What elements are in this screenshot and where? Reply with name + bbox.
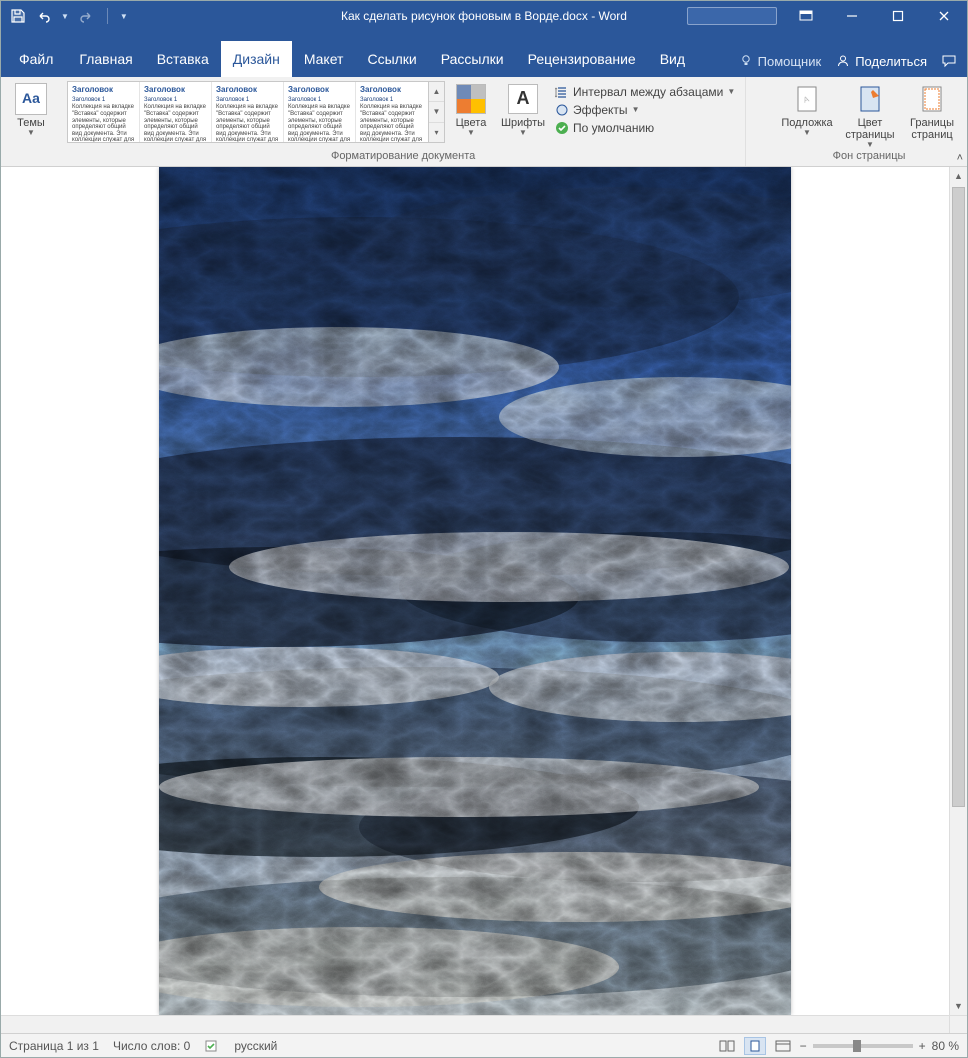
- effects-icon: [555, 103, 569, 117]
- tab-layout[interactable]: Макет: [292, 41, 356, 77]
- ribbon-display-options-button[interactable]: [783, 1, 829, 31]
- tab-insert[interactable]: Вставка: [145, 41, 221, 77]
- quick-access-toolbar: ▼ ▼: [1, 7, 128, 25]
- themes-button[interactable]: Темы ▼: [7, 81, 55, 134]
- account-badge[interactable]: [687, 7, 777, 25]
- ribbon-tabs: Файл Главная Вставка Дизайн Макет Ссылки…: [1, 31, 967, 77]
- fonts-icon: A: [507, 83, 539, 115]
- scroll-track[interactable]: [950, 185, 967, 997]
- tab-mailings[interactable]: Рассылки: [429, 41, 516, 77]
- status-language[interactable]: русский: [234, 1039, 277, 1053]
- group-label-pagebg: Фон страницы: [833, 150, 906, 164]
- redo-button[interactable]: [77, 7, 95, 25]
- document-area[interactable]: [1, 167, 949, 1015]
- document-page: [159, 167, 791, 1015]
- zoom-in-button[interactable]: +: [919, 1039, 926, 1053]
- colors-icon: [455, 83, 487, 115]
- person-icon: [835, 53, 851, 69]
- page-borders-button[interactable]: Границы страниц: [903, 81, 961, 141]
- status-word-count[interactable]: Число слов: 0: [113, 1039, 190, 1053]
- gallery-scroll[interactable]: ▲ ▼ ▾: [429, 81, 445, 143]
- qat-customize-dropdown[interactable]: ▼: [120, 12, 128, 21]
- tell-me-label: Помощник: [758, 54, 822, 69]
- share-label: Поделиться: [855, 54, 927, 69]
- vertical-scrollbar[interactable]: ▲ ▼: [949, 167, 967, 1015]
- save-button[interactable]: [9, 7, 27, 25]
- group-label-formatting: Форматирование документа: [331, 150, 475, 164]
- undo-button[interactable]: [35, 7, 53, 25]
- group-themes: Темы ▼: [1, 77, 61, 166]
- watermark-button[interactable]: A Подложка ▼: [777, 81, 837, 134]
- themes-icon: [15, 83, 47, 115]
- style-set-item[interactable]: Заголовок Заголовок 1 Коллекция на вклад…: [68, 82, 140, 142]
- status-bar: Страница 1 из 1 Число слов: 0 русский − …: [1, 1033, 967, 1057]
- view-print-layout-button[interactable]: [744, 1037, 766, 1055]
- group-page-background: A Подложка ▼ Цвет страницы ▼ Границы стр…: [771, 77, 967, 166]
- style-set-item[interactable]: Заголовок Заголовок 1 Коллекция на вклад…: [356, 82, 428, 142]
- page-color-button[interactable]: Цвет страницы ▼: [837, 81, 903, 146]
- set-default-button[interactable]: По умолчанию: [555, 121, 735, 135]
- style-set-gallery[interactable]: Заголовок Заголовок 1 Коллекция на вклад…: [67, 81, 445, 143]
- tab-references[interactable]: Ссылки: [355, 41, 428, 77]
- tab-design[interactable]: Дизайн: [221, 41, 292, 77]
- view-web-layout-button[interactable]: [772, 1037, 794, 1055]
- page-color-icon: [854, 83, 886, 115]
- tab-review[interactable]: Рецензирование: [516, 41, 648, 77]
- page-borders-icon: [916, 83, 948, 115]
- status-spellcheck[interactable]: [204, 1038, 220, 1054]
- workspace: ▲ ▼: [1, 167, 967, 1015]
- paragraph-spacing-button[interactable]: Интервал между абзацами ▼: [555, 85, 735, 99]
- comments-icon[interactable]: [941, 53, 957, 69]
- zoom-level-label[interactable]: 80 %: [932, 1039, 959, 1053]
- scroll-thumb[interactable]: [952, 187, 965, 807]
- fonts-button[interactable]: A Шрифты ▼: [497, 81, 549, 134]
- ribbon: Темы ▼ Заголовок Заголовок 1 Коллекция н…: [1, 77, 967, 167]
- zoom-control[interactable]: − + 80 %: [800, 1039, 959, 1053]
- paragraph-spacing-icon: [555, 85, 569, 99]
- style-set-item[interactable]: Заголовок Заголовок 1 Коллекция на вклад…: [284, 82, 356, 142]
- tab-home[interactable]: Главная: [67, 41, 144, 77]
- group-document-formatting: Заголовок Заголовок 1 Коллекция на вклад…: [61, 77, 746, 166]
- gallery-more[interactable]: ▾: [429, 123, 444, 142]
- tab-file[interactable]: Файл: [7, 41, 65, 77]
- colors-button[interactable]: Цвета ▼: [449, 81, 493, 134]
- style-set-item[interactable]: Заголовок Заголовок 1 Коллекция на вклад…: [212, 82, 284, 142]
- collapse-ribbon-button[interactable]: ˄: [957, 152, 963, 164]
- tab-view[interactable]: Вид: [648, 41, 697, 77]
- share-button[interactable]: Поделиться: [835, 53, 927, 69]
- title-bar: ▼ ▼ Как сделать рисунок фоновым в Ворде.…: [1, 1, 967, 31]
- undo-dropdown[interactable]: ▼: [61, 12, 69, 21]
- minimize-button[interactable]: [829, 1, 875, 31]
- status-page[interactable]: Страница 1 из 1: [9, 1039, 99, 1053]
- zoom-slider-thumb[interactable]: [853, 1040, 861, 1052]
- gallery-scroll-down[interactable]: ▼: [429, 102, 444, 122]
- effects-button[interactable]: Эффекты ▼: [555, 103, 735, 117]
- tell-me-search[interactable]: Помощник: [738, 53, 822, 69]
- check-icon: [555, 121, 569, 135]
- scroll-down-button[interactable]: ▼: [950, 997, 967, 1015]
- gallery-scroll-up[interactable]: ▲: [429, 82, 444, 102]
- scroll-up-button[interactable]: ▲: [950, 167, 967, 185]
- maximize-button[interactable]: [875, 1, 921, 31]
- formatting-options: Интервал между абзацами ▼ Эффекты ▼ По у…: [553, 81, 739, 135]
- spellcheck-icon: [204, 1038, 220, 1054]
- watermark-icon: A: [791, 83, 823, 115]
- style-set-item[interactable]: Заголовок Заголовок 1 Коллекция на вклад…: [140, 82, 212, 142]
- page-background-image: [159, 167, 791, 1015]
- close-button[interactable]: [921, 1, 967, 31]
- zoom-slider[interactable]: [813, 1044, 913, 1048]
- view-read-mode-button[interactable]: [716, 1037, 738, 1055]
- zoom-out-button[interactable]: −: [800, 1039, 807, 1053]
- lightbulb-icon: [738, 53, 754, 69]
- horizontal-scrollbar-row: [1, 1015, 967, 1033]
